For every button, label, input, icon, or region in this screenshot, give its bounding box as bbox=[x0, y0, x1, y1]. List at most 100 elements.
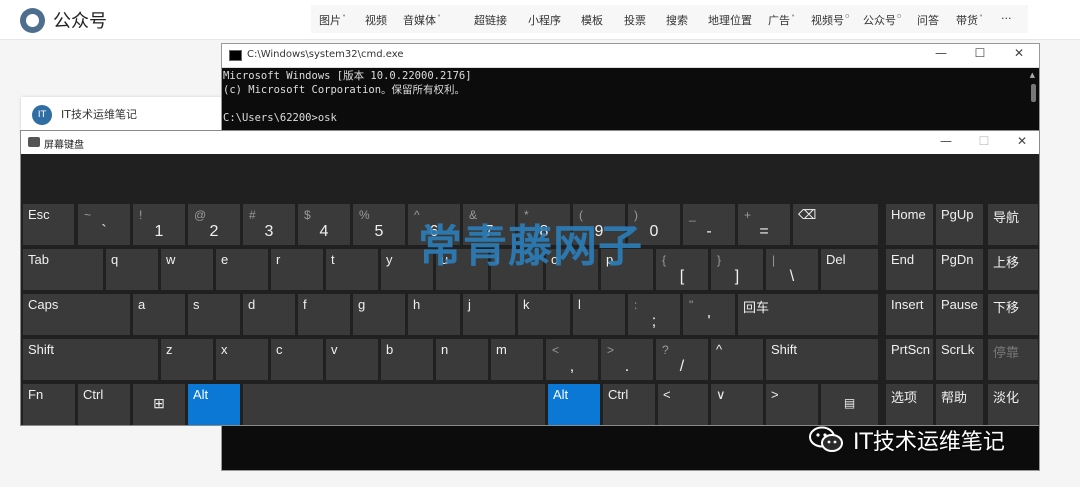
key-arrow-down[interactable]: ∨ bbox=[711, 384, 763, 425]
key-backtick[interactable]: ~ ` bbox=[78, 204, 130, 245]
toolbar-item-vote[interactable]: 投票 bbox=[624, 12, 646, 28]
key-end[interactable]: End bbox=[886, 249, 933, 290]
key-move-up[interactable]: 上移 bbox=[988, 249, 1038, 290]
windows-icon: ⊞ bbox=[153, 395, 165, 411]
key-insert[interactable]: Insert bbox=[886, 294, 933, 335]
key-ctrl-right[interactable]: Ctrl bbox=[603, 384, 655, 425]
toolbar-item-location[interactable]: 地理位置 bbox=[708, 12, 752, 28]
key-backspace[interactable]: ⌫ bbox=[793, 204, 878, 245]
cmd-minimize-button[interactable]: — bbox=[931, 46, 951, 60]
key-h[interactable]: h bbox=[408, 294, 460, 335]
cmd-scrollbar[interactable] bbox=[1031, 84, 1036, 102]
key-j[interactable]: j bbox=[463, 294, 515, 335]
key-home[interactable]: Home bbox=[886, 204, 933, 245]
key-period[interactable]: >. bbox=[601, 339, 653, 380]
cmd-titlebar[interactable]: C:\Windows\system32\cmd.exe — ☐ ✕ bbox=[222, 44, 1039, 68]
key-g[interactable]: g bbox=[353, 294, 405, 335]
key-pause[interactable]: Pause bbox=[936, 294, 983, 335]
key-k[interactable]: k bbox=[518, 294, 570, 335]
key-e[interactable]: e bbox=[216, 249, 268, 290]
key-3[interactable]: #3 bbox=[243, 204, 295, 245]
toolbar-item-miniprogram[interactable]: 小程序 bbox=[528, 12, 561, 28]
toolbar-item-selling[interactable]: 带货• bbox=[956, 12, 983, 28]
key-m[interactable]: m bbox=[491, 339, 543, 380]
key-slash[interactable]: ? / bbox=[656, 339, 708, 380]
osk-titlebar[interactable]: 屏幕键盘 — ☐ ✕ bbox=[21, 131, 1039, 154]
on-screen-keyboard-window[interactable]: 屏幕键盘 — ☐ ✕ Esc ~ ` ! 1 @2 #3 $4 % 5 ^ 6 & 7 *… bbox=[20, 130, 1040, 426]
key-comma[interactable]: <, bbox=[546, 339, 598, 380]
key-alt-right[interactable]: Alt bbox=[548, 384, 600, 425]
key-backslash[interactable]: | \ bbox=[766, 249, 818, 290]
logo[interactable]: 公众号 bbox=[20, 7, 107, 33]
key-help[interactable]: 帮助 bbox=[936, 384, 983, 425]
toolbar-item-qa[interactable]: 问答 bbox=[917, 12, 939, 28]
key-enter[interactable]: 回车 bbox=[738, 294, 878, 335]
key-right-bracket[interactable]: }] bbox=[711, 249, 763, 290]
key-nav[interactable]: 导航 bbox=[988, 204, 1038, 245]
key-quote[interactable]: " ' bbox=[683, 294, 735, 335]
key-move-down[interactable]: 下移 bbox=[988, 294, 1038, 335]
key-t[interactable]: t bbox=[326, 249, 378, 290]
osk-close-button[interactable]: ✕ bbox=[1012, 134, 1032, 148]
cmd-maximize-button[interactable]: ☐ bbox=[970, 46, 990, 60]
key-5[interactable]: % 5 bbox=[353, 204, 405, 245]
toolbar-item-channels[interactable]: 视频号o bbox=[811, 12, 849, 28]
key-q[interactable]: q bbox=[106, 249, 158, 290]
key-arrow-up[interactable]: ^ bbox=[711, 339, 763, 380]
key-shift-right[interactable]: Shift bbox=[766, 339, 878, 380]
cmd-output[interactable]: Microsoft Windows [版本 10.0.22000.2176] (c… bbox=[222, 68, 1039, 125]
key-l[interactable]: l bbox=[573, 294, 625, 335]
key-arrow-right[interactable]: > bbox=[766, 384, 818, 425]
cmd-close-button[interactable]: ✕ bbox=[1009, 46, 1029, 60]
osk-minimize-button[interactable]: — bbox=[936, 134, 956, 148]
backspace-icon: ⌫ bbox=[798, 207, 817, 222]
key-c[interactable]: c bbox=[271, 339, 323, 380]
key-1[interactable]: ! 1 bbox=[133, 204, 185, 245]
scroll-up-icon[interactable]: ▲ bbox=[1030, 71, 1035, 79]
key-left-bracket[interactable]: {[ bbox=[656, 249, 708, 290]
key-n[interactable]: n bbox=[436, 339, 488, 380]
key-b[interactable]: b bbox=[381, 339, 433, 380]
key-x[interactable]: x bbox=[216, 339, 268, 380]
toolbar-item-image[interactable]: 图片• bbox=[319, 12, 346, 28]
key-pgdn[interactable]: PgDn bbox=[936, 249, 983, 290]
key-arrow-left[interactable]: < bbox=[658, 384, 708, 425]
key-windows[interactable]: ⊞ bbox=[133, 384, 185, 425]
toolbar-item-official-account[interactable]: 公众号o bbox=[863, 12, 901, 28]
toolbar-item-video[interactable]: 视频 bbox=[365, 12, 387, 28]
key-options[interactable]: 选项 bbox=[886, 384, 933, 425]
key-shift-left[interactable]: Shift bbox=[23, 339, 158, 380]
key-del[interactable]: Del bbox=[821, 249, 878, 290]
key-caps[interactable]: Caps bbox=[23, 294, 130, 335]
key-minus[interactable]: _ - bbox=[683, 204, 735, 245]
key-s[interactable]: s bbox=[188, 294, 240, 335]
key-space[interactable] bbox=[243, 384, 545, 425]
key-r[interactable]: r bbox=[271, 249, 323, 290]
key-fn[interactable]: Fn bbox=[23, 384, 75, 425]
key-z[interactable]: z bbox=[161, 339, 213, 380]
key-pgup[interactable]: PgUp bbox=[936, 204, 983, 245]
toolbar-item-audio[interactable]: 音媒体• bbox=[403, 12, 441, 28]
key-scrlk[interactable]: ScrLk bbox=[936, 339, 983, 380]
key-esc[interactable]: Esc bbox=[23, 204, 74, 245]
key-4[interactable]: $4 bbox=[298, 204, 350, 245]
key-alt-left[interactable]: Alt bbox=[188, 384, 240, 425]
key-a[interactable]: a bbox=[133, 294, 185, 335]
key-tab[interactable]: Tab bbox=[23, 249, 103, 290]
key-v[interactable]: v bbox=[326, 339, 378, 380]
key-menu[interactable]: ▤ bbox=[821, 384, 878, 425]
key-semicolon[interactable]: :; bbox=[628, 294, 680, 335]
key-fade[interactable]: 淡化 bbox=[988, 384, 1038, 425]
key-f[interactable]: f bbox=[298, 294, 350, 335]
toolbar-item-more[interactable]: ··· bbox=[1001, 12, 1012, 25]
key-equal[interactable]: + = bbox=[738, 204, 790, 245]
key-w[interactable]: w bbox=[161, 249, 213, 290]
key-d[interactable]: d bbox=[243, 294, 295, 335]
key-prtscn[interactable]: PrtScn bbox=[886, 339, 933, 380]
key-ctrl-left[interactable]: Ctrl bbox=[78, 384, 130, 425]
key-2[interactable]: @2 bbox=[188, 204, 240, 245]
toolbar-item-ads[interactable]: 广告• bbox=[768, 12, 795, 28]
toolbar-item-search[interactable]: 搜索 bbox=[666, 12, 688, 28]
toolbar-item-hyperlink[interactable]: 超链接 bbox=[474, 12, 507, 28]
toolbar-item-template[interactable]: 模板 bbox=[581, 12, 603, 28]
